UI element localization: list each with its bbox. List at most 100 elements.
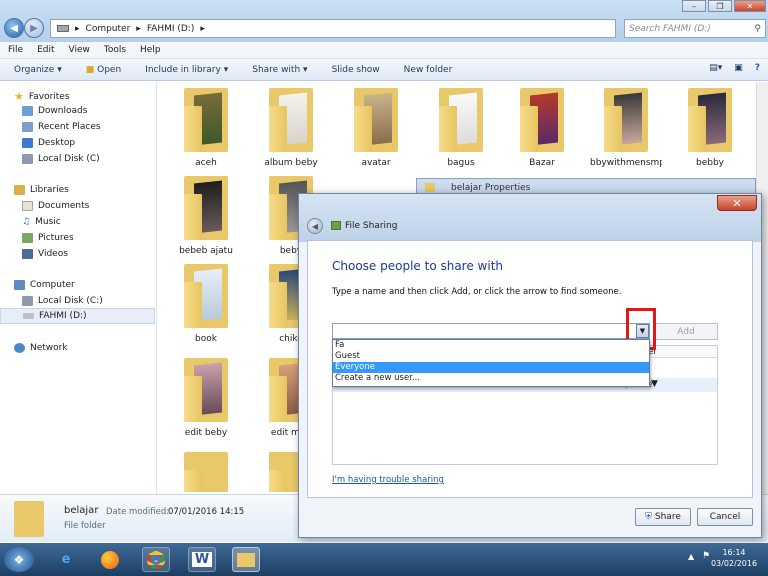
- nav-computer[interactable]: Computer: [14, 280, 75, 290]
- drive-icon: [22, 154, 33, 164]
- preview-pane-icon[interactable]: ▣: [734, 63, 743, 73]
- people-dropdown-list: Fa Guest Everyone Create a new user...: [332, 339, 650, 387]
- folder-item[interactable]: bebby: [674, 88, 746, 168]
- dropdown-option[interactable]: Guest: [333, 351, 649, 362]
- recent-places-icon: [22, 122, 33, 132]
- nav-item-local-disk-c[interactable]: Local Disk (C): [22, 154, 100, 164]
- chrome-icon[interactable]: [142, 547, 170, 572]
- folder-icon: [184, 176, 228, 240]
- folder-item[interactable]: [170, 452, 242, 492]
- nav-item-pictures[interactable]: Pictures: [22, 233, 74, 243]
- cancel-button[interactable]: Cancel: [697, 508, 753, 526]
- word-icon[interactable]: W: [188, 547, 216, 572]
- window-close-button[interactable]: ✕: [734, 0, 766, 12]
- folder-item[interactable]: bagus: [425, 88, 497, 168]
- nav-libraries[interactable]: Libraries: [14, 185, 69, 195]
- organize-button[interactable]: Organize ▾: [14, 65, 62, 75]
- folder-item[interactable]: Bazar: [506, 88, 578, 168]
- share-with-label: Share with: [252, 64, 301, 75]
- folder-icon: [604, 88, 648, 152]
- windows-logo-icon: ❖: [13, 552, 25, 567]
- breadcrumb-separator-icon: ▸: [200, 23, 205, 34]
- slide-show-button[interactable]: Slide show: [332, 65, 380, 75]
- menu-tools[interactable]: Tools: [104, 45, 126, 55]
- nav-desktop-label: Desktop: [38, 138, 76, 148]
- downloads-icon: [22, 106, 33, 116]
- start-button[interactable]: ❖: [4, 547, 34, 572]
- nav-item-local-disk-c2[interactable]: Local Disk (C:): [22, 296, 103, 306]
- search-icon: ⚲: [754, 23, 761, 34]
- open-label: Open: [97, 64, 122, 75]
- add-button[interactable]: Add: [654, 323, 718, 340]
- nav-item-downloads[interactable]: Downloads: [22, 106, 87, 116]
- shield-icon: ⛨: [645, 512, 652, 522]
- nav-favorites[interactable]: ★ Favorites: [14, 90, 70, 103]
- menu-view[interactable]: View: [69, 45, 90, 55]
- dialog-title-bar: ◀ File Sharing: [299, 194, 761, 242]
- explorer-taskbar-icon[interactable]: [232, 547, 260, 572]
- minimize-button[interactable]: –: [682, 0, 706, 12]
- clock-date: 03/02/2016: [710, 559, 758, 568]
- maximize-button[interactable]: ❐: [708, 0, 732, 12]
- chevron-down-icon[interactable]: ▼: [651, 379, 658, 389]
- share-name-input[interactable]: [332, 323, 650, 339]
- new-folder-button[interactable]: New folder: [404, 65, 453, 75]
- nav-item-recent-places[interactable]: Recent Places: [22, 122, 101, 132]
- share-with-button[interactable]: Share with ▾: [252, 65, 307, 75]
- dropdown-option-selected[interactable]: Everyone: [333, 362, 649, 373]
- nav-item-videos[interactable]: Videos: [22, 249, 68, 259]
- trouble-sharing-link[interactable]: I'm having trouble sharing: [332, 475, 444, 485]
- nav-network-label: Network: [30, 343, 68, 353]
- nav-item-desktop[interactable]: Desktop: [22, 138, 75, 148]
- back-button[interactable]: ◀: [4, 18, 24, 38]
- menu-help[interactable]: Help: [140, 45, 161, 55]
- clock[interactable]: 16:14 03/02/2016: [706, 547, 762, 569]
- dialog-close-button[interactable]: ✕: [717, 195, 757, 211]
- view-options-icon[interactable]: ▤▾: [709, 63, 722, 73]
- folder-icon: [184, 452, 228, 492]
- folder-item[interactable]: book: [170, 264, 242, 344]
- folder-icon: [425, 183, 435, 192]
- nav-local-disk-label: Local Disk (C): [38, 154, 100, 164]
- nav-item-fahmi-d-selected[interactable]: FAHMI (D:): [0, 308, 155, 324]
- dropdown-option[interactable]: Create a new user...: [333, 373, 649, 384]
- breadcrumb-computer[interactable]: Computer: [86, 24, 131, 34]
- menu-file[interactable]: File: [8, 45, 23, 55]
- breadcrumb-drive[interactable]: FAHMI (D:): [147, 24, 195, 34]
- notification-arrow-icon[interactable]: ▲: [688, 552, 694, 561]
- folder-item[interactable]: bbywithmensmp: [590, 88, 662, 168]
- folder-item[interactable]: avatar: [340, 88, 412, 168]
- nav-pictures-label: Pictures: [38, 233, 74, 243]
- dialog-instruction: Type a name and then click Add, or click…: [332, 287, 622, 297]
- search-input[interactable]: Search FAHMI (D:) ⚲: [624, 19, 766, 38]
- menu-edit[interactable]: Edit: [37, 45, 54, 55]
- nav-item-music[interactable]: ♫ Music: [22, 217, 61, 227]
- include-in-library-button[interactable]: Include in library ▾: [145, 65, 228, 75]
- internet-explorer-icon[interactable]: e: [52, 547, 80, 572]
- forward-button[interactable]: ▶: [24, 18, 44, 38]
- share-button[interactable]: ⛨ Share: [635, 508, 691, 526]
- dialog-back-icon[interactable]: ◀: [307, 218, 323, 234]
- command-bar: Organize ▾ ■ Open Include in library ▾ S…: [0, 59, 768, 81]
- share-button-label: Share: [654, 512, 681, 522]
- address-bar[interactable]: ▸ Computer ▸ FAHMI (D:) ▸: [50, 19, 616, 38]
- nav-item-documents[interactable]: Documents: [22, 201, 89, 211]
- firefox-icon[interactable]: [96, 547, 124, 572]
- folder-item[interactable]: edit beby: [170, 358, 242, 438]
- help-icon[interactable]: ?: [755, 63, 760, 73]
- folder-item[interactable]: album beby: [255, 88, 327, 168]
- folder-icon: [354, 88, 398, 152]
- computer-icon: [14, 280, 25, 290]
- nav-network[interactable]: Network: [14, 343, 68, 353]
- folder-label: aceh: [195, 158, 217, 168]
- folder-icon: [14, 501, 44, 537]
- dropdown-option[interactable]: Fa: [333, 340, 649, 351]
- details-modified-label: Date modified:: [106, 507, 170, 517]
- nav-local-disk-c-label: Local Disk (C:): [38, 296, 103, 306]
- folder-item[interactable]: aceh: [170, 88, 242, 168]
- folder-item[interactable]: bebeb ajatu: [170, 176, 242, 256]
- breadcrumb-separator-icon: ▸: [136, 23, 141, 34]
- music-icon: ♫: [22, 217, 31, 227]
- open-button[interactable]: ■ Open: [86, 65, 121, 75]
- dialog-title: File Sharing: [345, 221, 398, 231]
